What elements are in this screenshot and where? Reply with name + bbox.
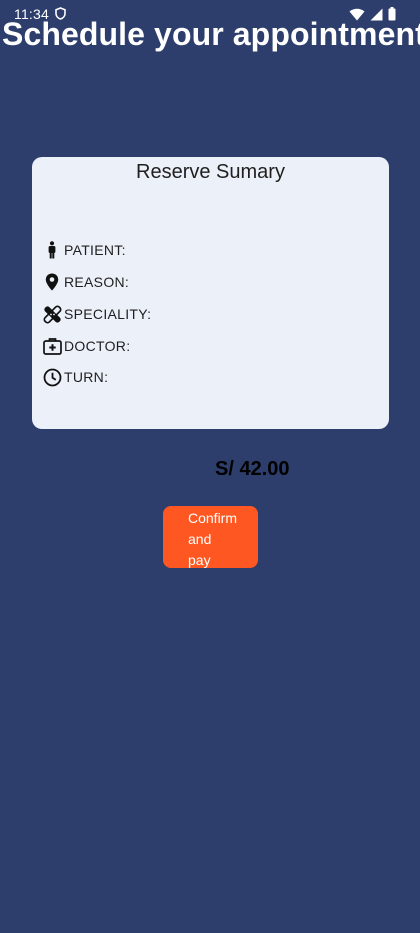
summary-label-speciality: SPECIALITY:	[64, 306, 152, 322]
medical-kit-icon	[42, 336, 62, 356]
price-total: S/ 42.00	[215, 458, 290, 480]
summary-label-doctor: DOCTOR:	[64, 338, 131, 354]
clock-icon	[42, 367, 62, 387]
summary-label-patient: PATIENT:	[64, 242, 126, 258]
bandage-icon	[42, 304, 62, 324]
card-title: Reserve Sumary	[136, 161, 285, 183]
summary-label-turn: TURN:	[64, 369, 109, 385]
location-pin-icon	[42, 272, 62, 292]
page-title: Schedule your appointment	[2, 16, 420, 52]
person-icon	[42, 240, 62, 260]
summary-row-reason: REASON:	[42, 272, 129, 292]
summary-label-reason: REASON:	[64, 274, 130, 290]
summary-row-turn: TURN:	[42, 367, 108, 387]
summary-row-speciality: SPECIALITY:	[42, 304, 151, 324]
summary-row-patient: PATIENT:	[42, 240, 126, 260]
summary-row-doctor: DOCTOR:	[42, 336, 130, 356]
confirm-and-pay-button[interactable]: Confirm and pay	[163, 506, 258, 568]
reserve-summary-card: Reserve Sumary PATIENT: REASON: SPECIALI…	[32, 157, 389, 429]
